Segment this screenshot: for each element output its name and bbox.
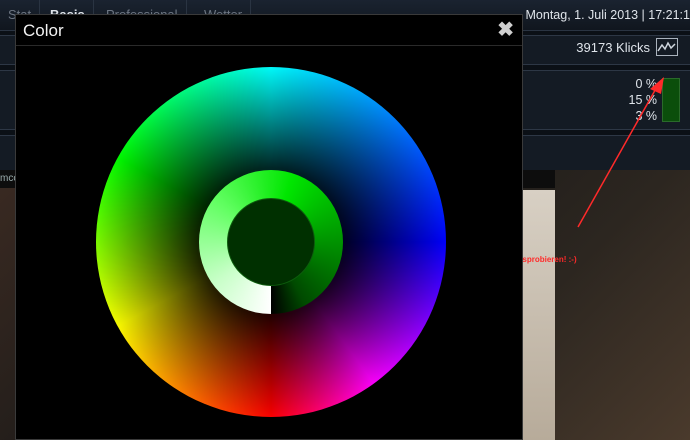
close-icon[interactable]: ✖ [497, 17, 514, 42]
color-picker-dialog: Color ✖ [15, 14, 523, 440]
chart-icon[interactable] [656, 38, 678, 56]
photo-detail [520, 190, 555, 440]
selected-color-preview [227, 198, 315, 286]
divider [16, 45, 522, 46]
annotation-arrow-icon [577, 77, 664, 228]
click-count: 39173 Klicks [576, 40, 650, 55]
dialog-title: Color [23, 21, 64, 40]
datetime-display: Montag, 1. Juli 2013 | 17:21:1 [525, 8, 690, 22]
